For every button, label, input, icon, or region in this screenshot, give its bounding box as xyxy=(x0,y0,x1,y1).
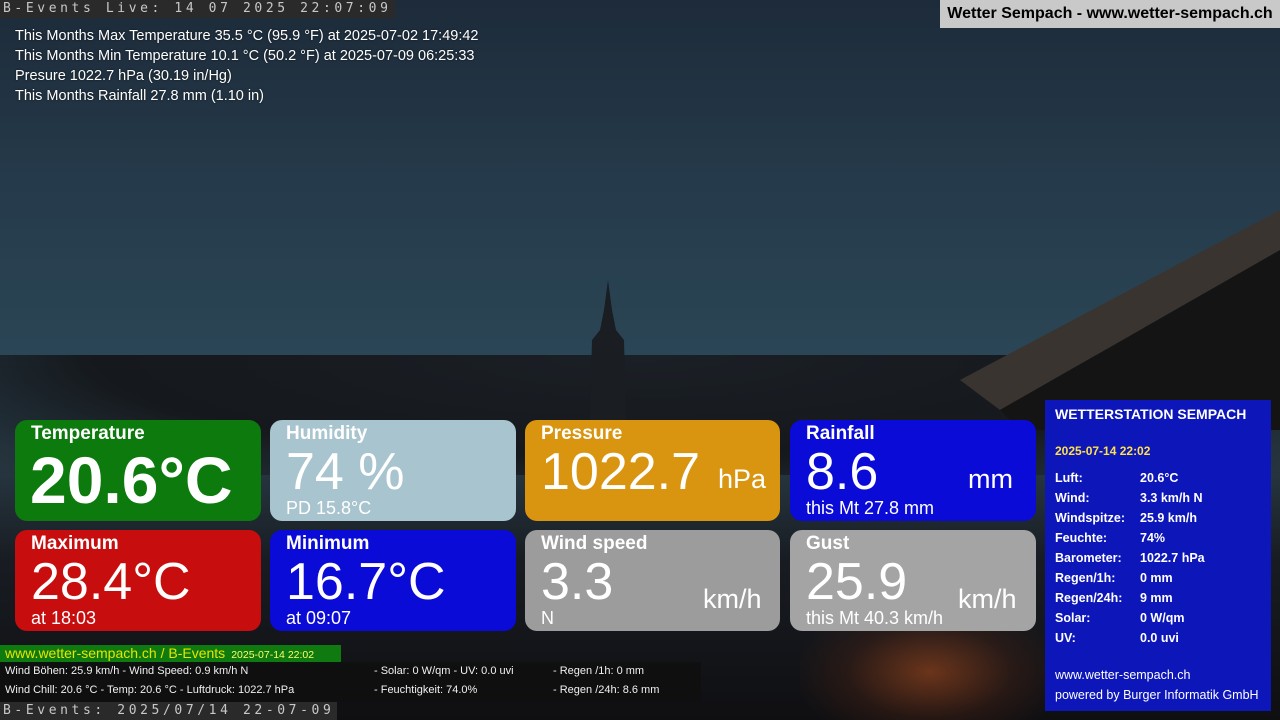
row-value: 0 W/qm xyxy=(1140,611,1185,625)
station-row: Regen/24h: 9 mm xyxy=(1055,588,1205,608)
tile-title: Wind speed xyxy=(541,533,648,554)
station-panel: WETTERSTATION SEMPACH 2025-07-14 22:02 L… xyxy=(1045,400,1271,711)
footer-line1-c: - Regen /1h: 0 mm xyxy=(553,665,645,677)
row-key: Feuchte: xyxy=(1055,531,1108,545)
row-value: 1022.7 hPa xyxy=(1140,551,1205,565)
station-powered-by: powered by Burger Informatik GmbH xyxy=(1055,688,1259,702)
station-row: UV: 0.0 uvi xyxy=(1055,628,1205,648)
site-banner[interactable]: Wetter Sempach - www.wetter-sempach.ch xyxy=(940,0,1280,28)
station-row: Windspitze: 25.9 km/h xyxy=(1055,508,1205,528)
footer-line1-b: - Solar: 0 W/qm - UV: 0.0 uvi xyxy=(374,665,514,677)
tile-value: 8.6 xyxy=(806,443,879,501)
footer-line2-c: - Regen /24h: 8.6 mm xyxy=(553,684,660,696)
footer-readings: Wind Böhen: 25.9 km/h - Wind Speed: 0.9 … xyxy=(0,662,701,702)
tile-title: Temperature xyxy=(31,423,145,444)
tile-unit: km/h xyxy=(703,584,762,614)
tile-value: 20.6°C xyxy=(30,443,233,517)
row-value: 20.6°C xyxy=(1140,471,1179,485)
tile-wind-speed: Wind speed 3.3 km/h N xyxy=(525,530,780,631)
roof-silhouette xyxy=(960,210,1280,430)
tile-sub: PD 15.8°C xyxy=(286,498,372,518)
tile-pressure: Pressure 1022.7 hPa xyxy=(525,420,780,521)
tile-unit: km/h xyxy=(958,584,1017,614)
row-value: 74% xyxy=(1140,531,1166,545)
row-value: 0 mm xyxy=(1140,571,1173,585)
monthly-stats: This Months Max Temperature 35.5 °C (95.… xyxy=(15,26,479,106)
row-value: 0.0 uvi xyxy=(1140,631,1179,645)
stat-pressure: Presure 1022.7 hPa (30.19 in/Hg) xyxy=(15,68,232,84)
tile-value: 3.3 xyxy=(541,553,614,611)
row-key: Solar: xyxy=(1055,611,1091,625)
stat-rainfall: This Months Rainfall 27.8 mm (1.10 in) xyxy=(15,88,265,104)
footer-site-link[interactable]: www.wetter-sempach.ch / B-Events 2025-07-… xyxy=(0,645,341,662)
tile-title: Rainfall xyxy=(806,423,875,444)
stat-min-temperature: This Months Min Temperature 10.1 °C (50.… xyxy=(15,48,475,64)
tile-rainfall: Rainfall 8.6 mm this Mt 27.8 mm xyxy=(790,420,1036,521)
tile-unit: hPa xyxy=(718,464,767,494)
station-row: Feuchte: 74% xyxy=(1055,528,1205,548)
tile-value: 1022.7 xyxy=(541,443,701,501)
row-key: Wind: xyxy=(1055,491,1090,505)
tile-title: Pressure xyxy=(541,423,623,444)
row-key: Regen/24h: xyxy=(1055,591,1123,605)
church-spire-silhouette xyxy=(590,280,626,420)
stat-max-temperature: This Months Max Temperature 35.5 °C (95.… xyxy=(15,28,479,44)
tile-humidity: Humidity 74 % PD 15.8°C xyxy=(270,420,516,521)
station-row: Barometer: 1022.7 hPa xyxy=(1055,548,1205,568)
station-row: Luft: 20.6°C xyxy=(1055,468,1205,488)
tile-maximum: Maximum 28.4°C at 18:03 xyxy=(15,530,261,631)
tile-title: Gust xyxy=(806,533,850,554)
tile-sub: at 09:07 xyxy=(286,608,352,628)
footer-link-text[interactable]: www.wetter-sempach.ch / B-Events xyxy=(5,645,225,661)
station-row: Regen/1h: 0 mm xyxy=(1055,568,1205,588)
tile-title: Maximum xyxy=(31,533,119,554)
row-key: Luft: xyxy=(1055,471,1083,485)
row-value: 3.3 km/h N xyxy=(1140,491,1203,505)
station-row: Wind: 3.3 km/h N xyxy=(1055,488,1205,508)
row-value: 25.9 km/h xyxy=(1140,511,1197,525)
tile-value: 28.4°C xyxy=(31,553,191,611)
tile-title: Minimum xyxy=(286,533,370,554)
row-key: Barometer: xyxy=(1055,551,1122,565)
tile-gust: Gust 25.9 km/h this Mt 40.3 km/h xyxy=(790,530,1036,631)
footer-line2-b: - Feuchtigkeit: 74.0% xyxy=(374,684,478,696)
ticker-top: B-Events Live: 14 07 2025 22:07:09 xyxy=(0,0,395,18)
row-value: 9 mm xyxy=(1140,591,1173,605)
station-datetime: 2025-07-14 22:02 xyxy=(1055,444,1151,458)
tile-title: Humidity xyxy=(286,423,368,444)
ticker-bottom: B-Events: 2025/07/14 22-07-09 xyxy=(0,702,338,720)
tile-unit: mm xyxy=(968,464,1013,494)
tile-value: 16.7°C xyxy=(286,553,446,611)
tile-value: 74 % xyxy=(286,443,405,501)
tile-sub: at 18:03 xyxy=(31,608,97,628)
tile-sub: this Mt 40.3 km/h xyxy=(806,608,944,628)
footer-line1-a: Wind Böhen: 25.9 km/h - Wind Speed: 0.9 … xyxy=(5,665,249,677)
row-key: Windspitze: xyxy=(1055,511,1126,525)
tile-sub: this Mt 27.8 mm xyxy=(806,498,935,518)
tile-minimum: Minimum 16.7°C at 09:07 xyxy=(270,530,516,631)
tile-temperature: Temperature 20.6°C xyxy=(15,420,261,521)
station-site-link[interactable]: www.wetter-sempach.ch xyxy=(1055,668,1190,682)
footer-date: 2025-07-14 22:02 xyxy=(231,649,315,661)
tile-sub: N xyxy=(541,608,554,628)
tile-value: 25.9 xyxy=(806,553,908,611)
station-row: Solar: 0 W/qm xyxy=(1055,608,1205,628)
station-heading: WETTERSTATION SEMPACH xyxy=(1055,406,1247,422)
footer-line2-a: Wind Chill: 20.6 °C - Temp: 20.6 °C - Lu… xyxy=(5,684,295,696)
row-key: Regen/1h: xyxy=(1055,571,1116,585)
station-readings: Luft: 20.6°C Wind: 3.3 km/h N Windspitze: 2… xyxy=(1055,468,1205,648)
row-key: UV: xyxy=(1055,631,1076,645)
